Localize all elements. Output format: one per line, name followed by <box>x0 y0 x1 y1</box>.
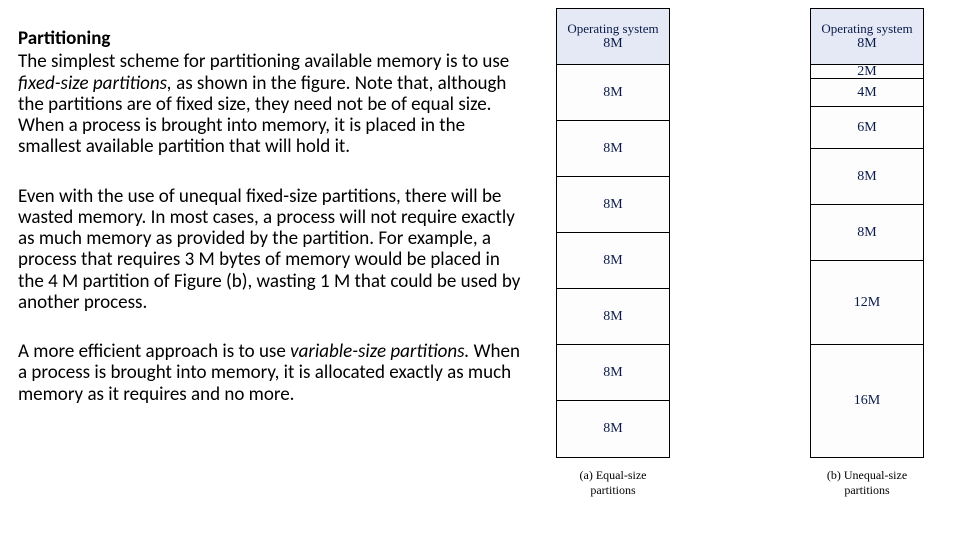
partition-cell: 8M <box>811 149 923 205</box>
partition-cell: 8M <box>557 177 669 233</box>
caption-b: (b) Unequal-size partitions <box>810 468 924 498</box>
paragraph-2: Even with the use of unequal fixed-size … <box>18 186 528 314</box>
partition-cell: 2M <box>811 65 923 79</box>
partition-column-a: Operating system8M8M8M8M8M8M8M8M <box>556 8 670 458</box>
partition-cell: 6M <box>811 107 923 149</box>
os-size: 8M <box>857 36 876 51</box>
p3-part-a: A more efficient approach is to use <box>18 340 290 363</box>
diagram-unequal-partitions: Operating system8M2M4M6M8M8M12M16M (b) U… <box>810 8 924 498</box>
partition-cell: 8M <box>557 289 669 345</box>
heading: Partitioning <box>18 28 528 49</box>
caption-a: (a) Equal-size partitions <box>556 468 670 498</box>
partition-cell: 8M <box>557 121 669 177</box>
os-cell: Operating system8M <box>557 9 669 65</box>
os-size: 8M <box>603 36 622 51</box>
text-column: Partitioning The simplest scheme for par… <box>18 28 528 405</box>
os-cell: Operating system8M <box>811 9 923 65</box>
paragraph-1: The simplest scheme for partitioning ava… <box>18 51 528 157</box>
partition-column-b: Operating system8M2M4M6M8M8M12M16M <box>810 8 924 458</box>
partition-cell: 8M <box>557 65 669 121</box>
partition-cell: 8M <box>811 205 923 261</box>
p1-part-a: The simplest scheme for partitioning ava… <box>18 50 509 73</box>
partition-cell: 16M <box>811 345 923 457</box>
p3-emphasis: variable-size partitions. <box>290 340 469 363</box>
partition-cell: 4M <box>811 79 923 107</box>
os-label: Operating system <box>567 22 658 36</box>
paragraph-3: A more efficient approach is to use vari… <box>18 341 528 405</box>
os-label: Operating system <box>821 22 912 36</box>
partition-cell: 12M <box>811 261 923 345</box>
partition-cell: 8M <box>557 401 669 457</box>
partition-cell: 8M <box>557 233 669 289</box>
partition-cell: 8M <box>557 345 669 401</box>
diagram-equal-partitions: Operating system8M8M8M8M8M8M8M8M (a) Equ… <box>556 8 670 498</box>
p1-emphasis: fixed-size partitions, <box>18 72 172 95</box>
